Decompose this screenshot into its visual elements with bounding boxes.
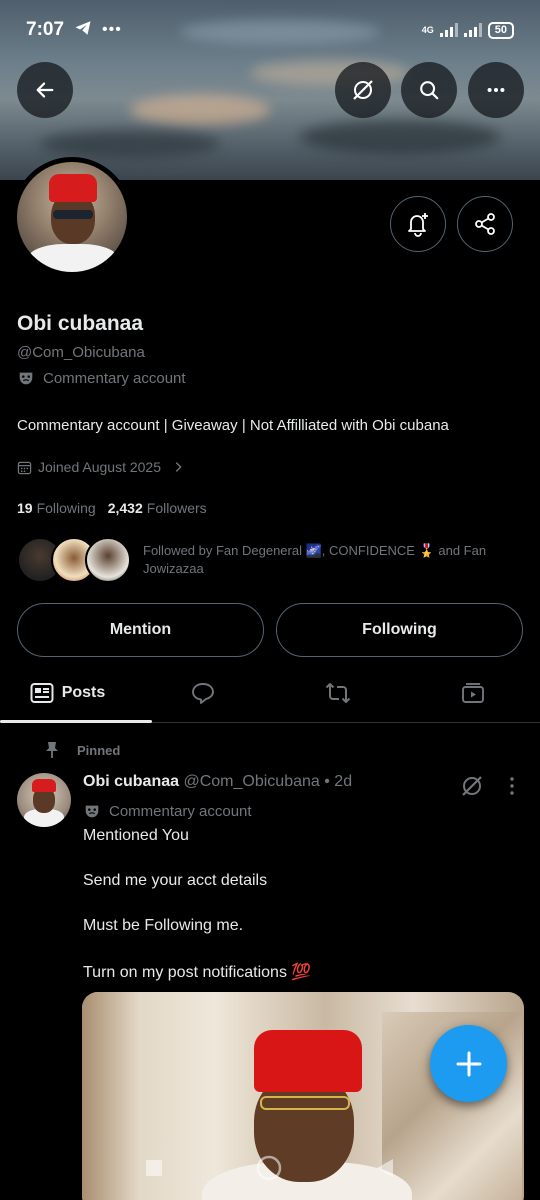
- calendar-icon: [17, 461, 32, 474]
- telegram-icon: [74, 20, 92, 41]
- square-icon: [146, 1159, 162, 1176]
- more-vertical-icon: [510, 777, 514, 795]
- reply-icon: [191, 682, 214, 704]
- network-label: 4G: [421, 25, 434, 35]
- more-options-button[interactable]: [468, 62, 524, 118]
- followed-by-text: Followed by Fan Degeneral 🌌, CONFIDENCE …: [143, 543, 487, 576]
- followed-by-row[interactable]: Followed by Fan Degeneral 🌌, CONFIDENCE …: [17, 537, 527, 583]
- tab-posts[interactable]: Posts: [0, 663, 152, 723]
- repost-icon: [325, 682, 350, 703]
- post-account-label: Commentary account: [83, 802, 252, 820]
- posts-icon: [30, 682, 54, 703]
- system-navigation-bar: [0, 1150, 540, 1190]
- system-back-button[interactable]: [374, 1157, 396, 1184]
- post-account-label-text: Commentary account: [109, 802, 252, 820]
- following-count: 19: [17, 500, 33, 516]
- bell-plus-icon: [408, 213, 428, 237]
- follow-counts: 19 Following 2,432 Followers: [17, 500, 207, 516]
- post-text-line-3: Must be Following me.: [83, 917, 244, 934]
- mask-icon: [85, 805, 99, 818]
- recents-button[interactable]: [144, 1158, 164, 1183]
- tab-reposts[interactable]: [270, 663, 405, 722]
- tab-posts-label: Posts: [61, 683, 106, 701]
- post-header: Obi cubanaa @Com_Obicubana • 2d: [83, 773, 352, 791]
- profile-handle: @Com_Obicubana: [17, 344, 145, 361]
- following-label: Following: [36, 500, 96, 516]
- mention-button[interactable]: Mention: [17, 603, 264, 657]
- tab-media[interactable]: [405, 663, 540, 722]
- following-count-link[interactable]: 19 Following: [17, 500, 96, 516]
- battery-icon: 50: [487, 21, 514, 39]
- post-text-line-4: Turn on my post notifications 💯: [83, 964, 312, 981]
- profile-name: Obi cubanaa: [17, 312, 144, 335]
- chevron-right-icon: [175, 462, 182, 472]
- profile-tabs: Posts: [0, 663, 540, 723]
- post-author-name[interactable]: Obi cubanaa: [83, 773, 179, 790]
- back-arrow-icon: [36, 82, 54, 98]
- search-button[interactable]: [401, 62, 457, 118]
- post-grok-button[interactable]: [460, 774, 484, 803]
- follower-avatar-3: [85, 537, 131, 583]
- share-profile-button[interactable]: [457, 196, 513, 252]
- followers-count: 2,432: [107, 500, 143, 516]
- more-notifications-icon: •••: [102, 21, 122, 38]
- tab-replies[interactable]: [135, 663, 270, 722]
- status-time: 7:07: [26, 19, 65, 40]
- search-icon: [420, 81, 439, 100]
- home-button[interactable]: [256, 1155, 282, 1186]
- share-icon: [475, 213, 495, 235]
- media-icon: [461, 682, 484, 703]
- account-label: Commentary account: [17, 369, 186, 387]
- post-text-line-1: Mentioned You: [83, 827, 189, 844]
- post-text-line-2: Send me your acct details: [83, 872, 268, 889]
- profile-bio: Commentary account | Giveaway | Not Affi…: [17, 417, 449, 434]
- mask-icon: [19, 372, 33, 385]
- grok-button[interactable]: [335, 62, 391, 118]
- plus-icon: [456, 1051, 481, 1076]
- account-label-text: Commentary account: [43, 369, 186, 387]
- following-button[interactable]: Following: [276, 603, 523, 657]
- signal-icon-2: [463, 23, 482, 37]
- triangle-back-icon: [377, 1158, 393, 1177]
- post-handle-time: @Com_Obicubana • 2d: [183, 773, 353, 790]
- followers-label: Followers: [146, 500, 207, 516]
- pin-icon: [46, 742, 58, 758]
- more-horizontal-icon: [487, 87, 505, 93]
- post-more-button[interactable]: [504, 776, 520, 801]
- joined-date[interactable]: Joined August 2025: [17, 459, 185, 475]
- circle-icon: [256, 1155, 282, 1180]
- joined-text: Joined August 2025: [38, 459, 161, 475]
- back-button[interactable]: [17, 62, 73, 118]
- notifications-bell-button[interactable]: [390, 196, 446, 252]
- pinned-indicator: Pinned: [45, 741, 120, 759]
- pinned-label: Pinned: [77, 742, 121, 758]
- grok-icon: [462, 776, 482, 796]
- profile-avatar[interactable]: [12, 157, 132, 277]
- status-bar: 7:07 ••• 4G 50: [0, 0, 540, 60]
- grok-icon: [353, 80, 373, 100]
- post-author-avatar[interactable]: [17, 773, 71, 827]
- followers-count-link[interactable]: 2,432 Followers: [108, 500, 207, 516]
- compose-post-button[interactable]: [430, 1025, 507, 1102]
- signal-icon: [439, 23, 458, 37]
